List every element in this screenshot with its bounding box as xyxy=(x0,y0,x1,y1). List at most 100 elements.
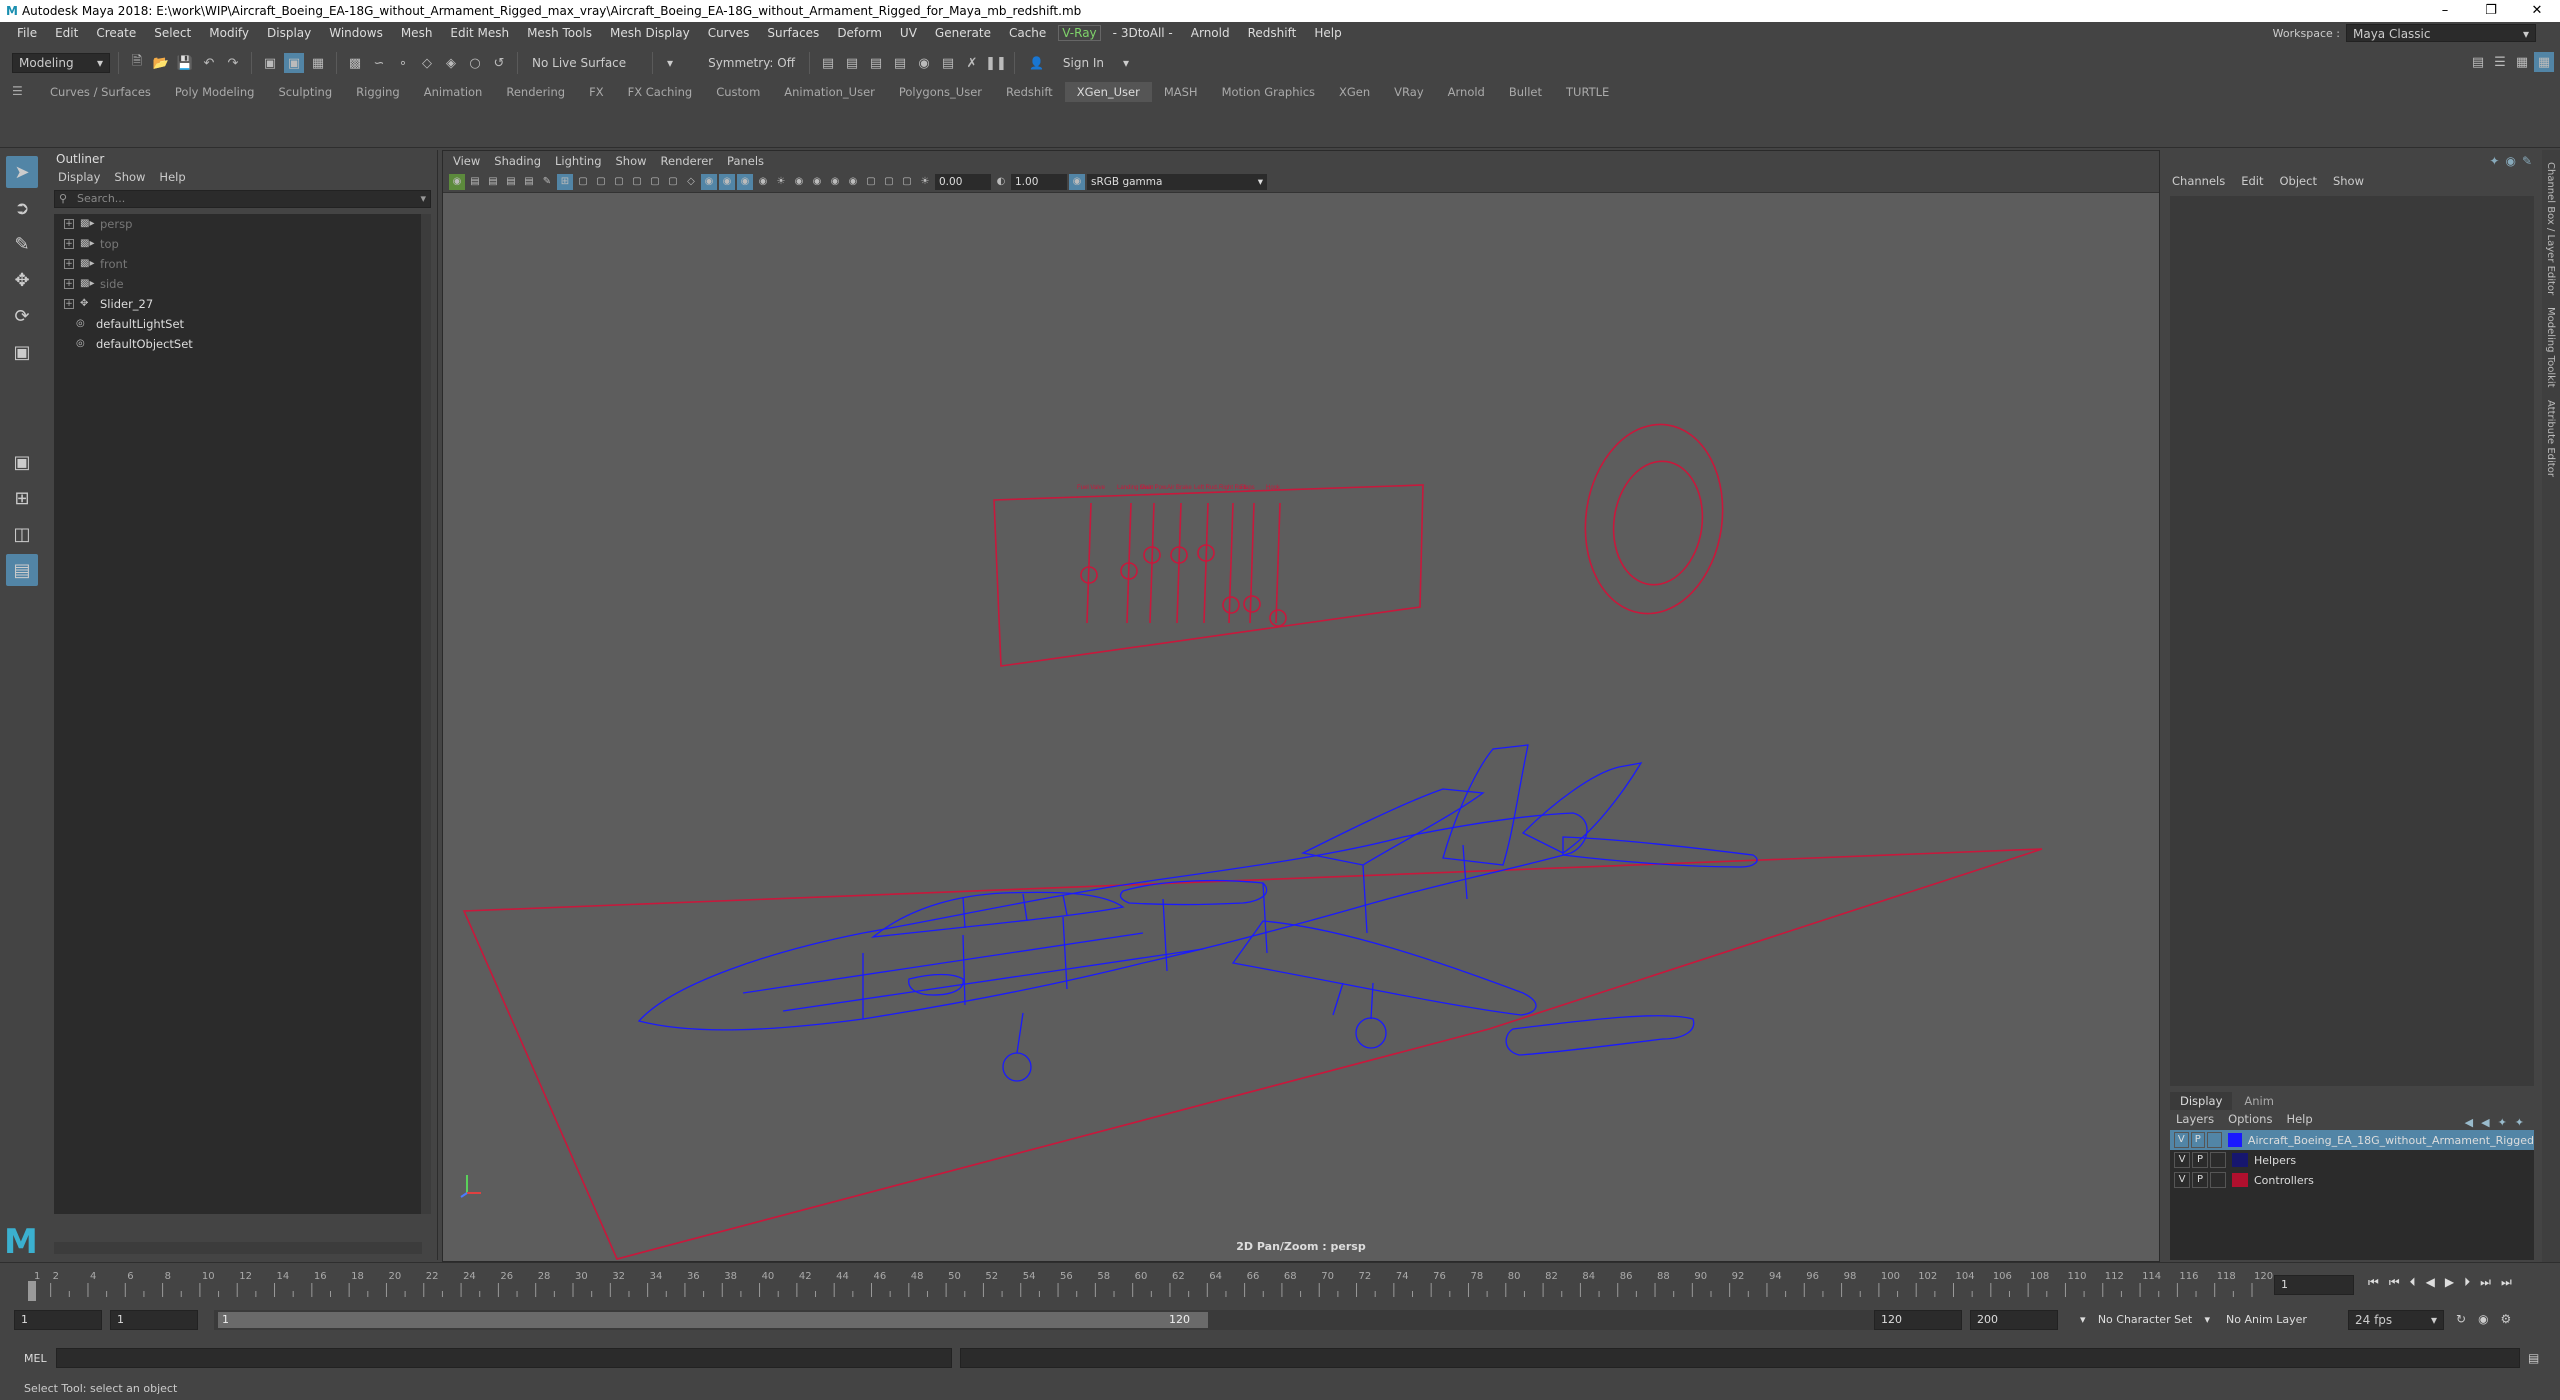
side-pod[interactable] xyxy=(908,973,964,996)
restore-icon[interactable]: ❐ xyxy=(2468,0,2514,22)
ipr-render-icon[interactable]: ▤ xyxy=(890,53,910,73)
layout-icon[interactable]: ▤ xyxy=(6,554,38,586)
shelf-tab-turtle[interactable]: TURTLE xyxy=(1554,82,1621,102)
layer-playback-toggle[interactable]: P xyxy=(2192,1172,2208,1188)
select-component-icon[interactable]: ▦ xyxy=(308,53,328,73)
render-view-icon[interactable]: ▤ xyxy=(866,53,886,73)
layer-visibility-toggle[interactable]: V xyxy=(2174,1132,2189,1148)
outliner-menu-display[interactable]: Display xyxy=(58,168,100,186)
snap-plane-icon[interactable]: ◇ xyxy=(417,53,437,73)
pause-icon[interactable]: ❚❚ xyxy=(985,53,1007,73)
layer-playback-toggle[interactable]: P xyxy=(2190,1132,2206,1148)
auto-key-icon[interactable]: ◉ xyxy=(2478,1312,2488,1326)
left-stabilizer[interactable] xyxy=(1562,836,1758,868)
ambient-occlusion-icon[interactable]: ◉ xyxy=(809,174,825,190)
snap-surface-icon[interactable]: ◈ xyxy=(441,53,461,73)
end-time-field[interactable]: 200 xyxy=(1970,1310,2058,1330)
new-layer-selected-icon[interactable]: ✦ xyxy=(2515,1116,2524,1129)
layer-menu-help[interactable]: Help xyxy=(2286,1112,2312,1126)
textures-icon[interactable]: ◉ xyxy=(755,174,771,190)
shelf-tab-arnold[interactable]: Arnold xyxy=(1436,82,1497,102)
viewport-menu-view[interactable]: View xyxy=(453,151,480,171)
render-sequence-icon[interactable]: ▤ xyxy=(938,53,958,73)
snap-point-icon[interactable]: ∘ xyxy=(393,53,413,73)
tool-settings-icon[interactable]: ▦ xyxy=(2512,52,2532,72)
expand-icon[interactable]: + xyxy=(64,219,74,229)
layer-row[interactable]: V P Aircraft_Boeing_EA_18G_without_Armamen… xyxy=(2170,1130,2534,1150)
keyframe-icon[interactable]: ✦ xyxy=(2489,154,2499,168)
current-frame-field[interactable]: 1 xyxy=(2274,1275,2354,1295)
expand-icon[interactable]: + xyxy=(64,239,74,249)
shelf-tab-rendering[interactable]: Rendering xyxy=(494,82,577,102)
live-surface-field[interactable]: No Live Surface xyxy=(526,53,644,73)
lights-icon[interactable]: ☀ xyxy=(773,174,789,190)
expand-icon[interactable]: + xyxy=(64,299,74,309)
gate-mask-icon[interactable]: ▢ xyxy=(611,174,627,190)
expand-icon[interactable]: + xyxy=(64,279,74,289)
open-scene-icon[interactable]: 📂 xyxy=(151,53,171,73)
viewport-menu-renderer[interactable]: Renderer xyxy=(661,151,714,171)
play-forwards-icon[interactable]: ▶ xyxy=(2445,1275,2454,1290)
step-forward-frame-icon[interactable]: ⏵ xyxy=(2464,1275,2470,1290)
channel-box-menu-show[interactable]: Show xyxy=(2333,174,2364,188)
ground-plane-control[interactable] xyxy=(462,848,2043,1260)
outliner-menu-show[interactable]: Show xyxy=(114,168,145,186)
bookmark-icon[interactable]: ▤ xyxy=(485,174,501,190)
paint-select-icon[interactable]: ✎ xyxy=(6,228,38,260)
anim-layer-dropdown[interactable]: No Anim Layer xyxy=(2226,1310,2336,1330)
safe-title-icon[interactable]: ▢ xyxy=(665,174,681,190)
layer-color-swatch[interactable] xyxy=(2232,1153,2248,1167)
attribute-editor-icon[interactable]: ☰ xyxy=(2490,52,2510,72)
wireframe-on-shaded-icon[interactable]: ◉ xyxy=(719,173,735,190)
layer-row[interactable]: V P Controllers xyxy=(2170,1170,2534,1190)
select-hierarchy-icon[interactable]: ▣ xyxy=(260,53,280,73)
menu-curves[interactable]: Curves xyxy=(699,26,759,40)
gamma-icon[interactable]: ◐ xyxy=(993,174,1009,190)
layer-tab-anim[interactable]: Anim xyxy=(2234,1092,2284,1110)
outliner-search-input[interactable]: ⚲ Search... ▾ xyxy=(54,190,431,208)
menu-deform[interactable]: Deform xyxy=(828,26,891,40)
menu-mesh-display[interactable]: Mesh Display xyxy=(601,26,699,40)
menu-file[interactable]: File xyxy=(8,26,46,40)
playback-start-field[interactable]: 1 xyxy=(110,1310,198,1330)
shadows-icon[interactable]: ◉ xyxy=(791,174,807,190)
layer-display-type-toggle[interactable] xyxy=(2207,1132,2222,1148)
resolution-gate-icon[interactable]: ▢ xyxy=(593,174,609,190)
side-tab[interactable]: Channel Box / Layer Editor xyxy=(2545,162,2556,295)
move-tool-icon[interactable]: ✥ xyxy=(6,264,38,296)
slider-knob-control[interactable] xyxy=(1269,609,1287,627)
xray-joints-icon[interactable]: ▢ xyxy=(881,174,897,190)
left-tail-fin[interactable] xyxy=(1442,744,1529,866)
render-settings-icon[interactable]: ▤ xyxy=(842,53,862,73)
slider-knob-control[interactable] xyxy=(1243,595,1261,613)
menu-modify[interactable]: Modify xyxy=(200,26,258,40)
shelf-tab-bullet[interactable]: Bullet xyxy=(1497,82,1554,102)
film-gate-icon[interactable]: ▢ xyxy=(575,174,591,190)
menu-edit-mesh[interactable]: Edit Mesh xyxy=(441,26,518,40)
help-icon[interactable]: ◉ xyxy=(2505,154,2515,168)
render-batch-icon[interactable]: ✗ xyxy=(962,53,982,73)
shelf-tab-motion-graphics[interactable]: Motion Graphics xyxy=(1210,82,1327,102)
channel-box-icon[interactable]: ▦ xyxy=(2534,52,2554,72)
character-set-dropdown[interactable]: ▾ No Character Set ▾ xyxy=(2080,1310,2210,1330)
range-bar[interactable]: 1 120 xyxy=(218,1312,1208,1328)
save-scene-icon[interactable]: 💾 xyxy=(175,53,195,73)
layer-visibility-toggle[interactable]: V xyxy=(2174,1172,2190,1188)
viewport-menu-panels[interactable]: Panels xyxy=(727,151,764,171)
layer-display-type-toggle[interactable] xyxy=(2210,1172,2226,1188)
shelf-tab-animation[interactable]: Animation xyxy=(412,82,495,102)
menu-create[interactable]: Create xyxy=(87,26,145,40)
shelf-tab-fx[interactable]: FX xyxy=(577,82,616,102)
ring-control-inner[interactable] xyxy=(1606,455,1710,590)
play-backwards-icon[interactable]: ◀ xyxy=(2426,1275,2435,1290)
shelf-tab-redshift[interactable]: Redshift xyxy=(994,82,1065,102)
camera-attributes-icon[interactable]: ▤ xyxy=(467,174,483,190)
layer-playback-toggle[interactable]: P xyxy=(2192,1152,2208,1168)
side-tab[interactable]: Attribute Editor xyxy=(2545,400,2556,477)
ring-control-outer[interactable] xyxy=(1573,415,1734,622)
wireframe-icon[interactable]: ◇ xyxy=(683,174,699,190)
minimize-icon[interactable]: – xyxy=(2422,0,2468,22)
playback-end-field[interactable]: 120 xyxy=(1874,1310,1962,1330)
slider-knob-control[interactable] xyxy=(1222,596,1240,614)
xray-icon[interactable]: ◉ xyxy=(737,173,753,190)
